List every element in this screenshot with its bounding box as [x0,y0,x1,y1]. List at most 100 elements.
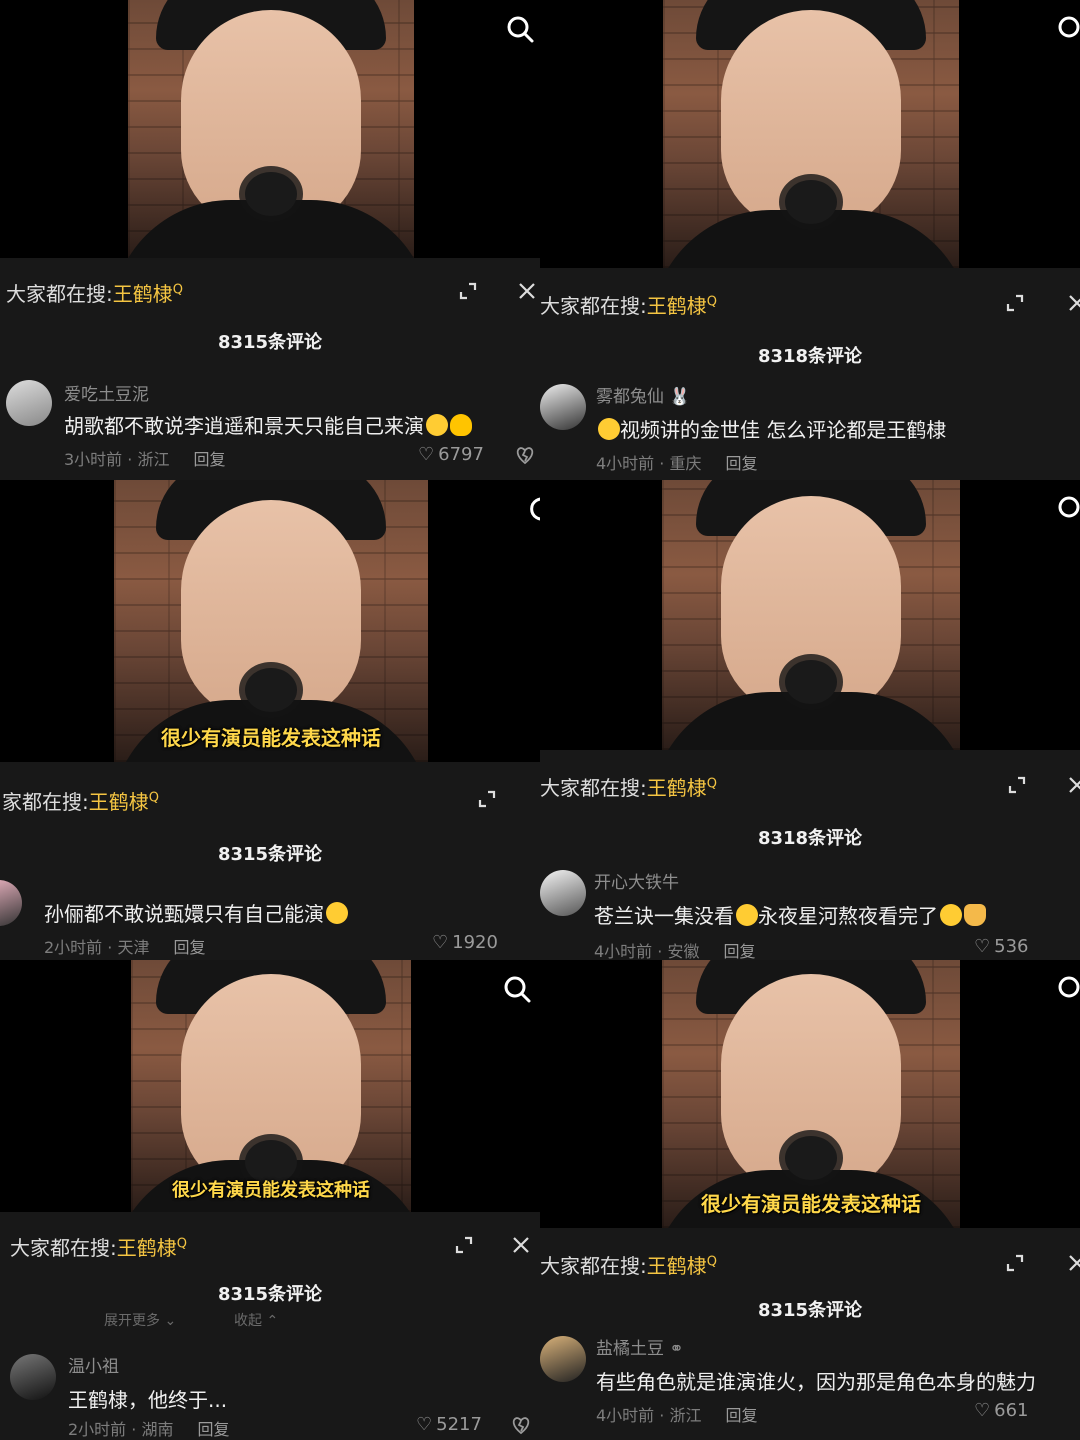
trending-search[interactable]: 大家都在搜:王鹤棣Q [540,772,717,801]
expand-icon[interactable] [451,1232,477,1258]
search-icon[interactable] [502,974,532,1004]
search-icon[interactable] [1056,494,1080,524]
search-small-icon: Q [176,1236,187,1252]
heart-icon: ♡ [418,444,435,465]
microphone [245,668,297,712]
like-count: 536 [994,936,1029,957]
username[interactable]: 雾都兔仙 🐰 [596,382,691,407]
trending-search[interactable]: 大家都在搜:王鹤棣Q [540,290,717,319]
like-button[interactable]: ♡ 5217 [416,1414,482,1435]
video-player[interactable] [0,0,540,258]
screenshot-tile-3: 很少有演员能发表这种话 家都在搜:王鹤棣Q 8315条评论 孙俪都不敢说甄嬛只有… [0,480,540,960]
trending-keyword[interactable]: 王鹤棣 [647,294,707,318]
expand-icon[interactable] [1002,290,1028,316]
video-player[interactable] [540,480,1080,750]
trending-search[interactable]: 大家都在搜:王鹤棣Q [6,278,183,307]
reply-button[interactable]: 回复 [723,942,755,960]
reply-button[interactable]: 回复 [173,938,205,957]
video-player[interactable]: 很少有演员能发表这种话 [540,960,1080,1228]
heart-icon: ♡ [416,1414,433,1435]
username[interactable]: 盐橘土豆 ⚭ [596,1334,684,1359]
trending-keyword[interactable]: 王鹤棣 [117,1236,177,1260]
trending-search[interactable]: 家都在搜:王鹤棣Q [2,786,159,815]
trending-search[interactable]: 大家都在搜:王鹤棣Q [540,1250,717,1279]
comment-panel: 大家都在搜:王鹤棣Q 8318条评论 雾都兔仙 🐰 视频讲的金世佳 怎么评论都是… [540,268,1080,480]
comment-meta: 2小时前 · 湖南 回复 [68,1420,230,1439]
avatar[interactable] [10,1354,56,1400]
like-button[interactable]: ♡ 1920 [432,932,498,953]
rofl-emoji [426,414,448,436]
trending-keyword[interactable]: 王鹤棣 [113,282,173,306]
search-small-icon: Q [706,776,717,792]
comment-text: 王鹤棣，他终于... [68,1388,228,1412]
heart-icon: ♡ [974,1400,991,1421]
expand-icon[interactable] [1002,1250,1028,1276]
like-button[interactable]: ♡ 6797 [418,444,484,465]
username[interactable]: 爱吃土豆泥 [64,380,149,405]
comment-panel: 大家都在搜:王鹤棣Q 8315条评论 爱吃土豆泥 胡歌都不敢说李逍遥和景天只能自… [0,258,540,480]
microphone [785,1136,837,1180]
comment-count: 8315条评论 [217,844,323,865]
username[interactable]: 开心大铁牛 [594,868,679,893]
reply-button[interactable]: 回复 [725,1406,757,1425]
avatar[interactable] [540,1336,586,1382]
video-player[interactable] [540,0,1080,268]
loading-icon [530,497,540,521]
microphone [245,172,297,216]
search-icon[interactable] [505,14,535,44]
video-subtitle: 很少有演员能发表这种话 [172,1180,370,1201]
collapse-button[interactable]: 收起 ⌃ [234,1310,278,1330]
laugh-cry-emoji [736,904,758,926]
avatar[interactable] [6,380,52,426]
close-icon[interactable] [508,1232,534,1258]
comment-count: 8315条评论 [757,1300,863,1321]
comment-text: 视频讲的金世佳 怎么评论都是王鹤棣 [596,414,946,443]
like-button[interactable]: ♡ 536 [974,936,1029,957]
search-small-icon: Q [172,282,183,298]
heart-icon: ♡ [432,932,449,953]
expand-icon[interactable] [455,278,481,304]
comment-count: 8318条评论 [757,828,863,849]
comment-count: 8315条评论 [217,332,323,353]
search-icon[interactable] [1056,14,1080,44]
reply-button[interactable]: 回复 [197,1420,229,1439]
video-player[interactable]: 很少有演员能发表这种话 [0,480,540,762]
trending-search[interactable]: 大家都在搜:王鹤棣Q [10,1232,187,1261]
expand-icon[interactable] [1004,772,1030,798]
comment-panel: 大家都在搜:王鹤棣Q 8315条评论 展开更多 ⌄ 收起 ⌃ 温小祖 王鹤棣，他… [0,1212,540,1440]
close-icon[interactable] [1064,290,1080,316]
expand-icon[interactable] [474,786,500,812]
screenshot-tile-4: 大家都在搜:王鹤棣Q 8318条评论 开心大铁牛 苍兰诀一集没看 永夜星河熬夜看完… [540,480,1080,960]
trending-keyword[interactable]: 王鹤棣 [647,1254,707,1278]
close-icon[interactable] [1064,1250,1080,1276]
username[interactable]: 温小祖 [68,1352,119,1377]
reply-button[interactable]: 回复 [725,454,757,473]
search-small-icon: Q [706,1254,717,1270]
trending-keyword[interactable]: 王鹤棣 [89,790,149,814]
video-player[interactable]: 很少有演员能发表这种话 [0,960,540,1212]
close-icon[interactable] [514,278,540,304]
avatar[interactable] [540,384,586,430]
trending-keyword[interactable]: 王鹤棣 [647,776,707,800]
comment-count: 8318条评论 [757,346,863,367]
reply-button[interactable]: 回复 [193,450,225,469]
comment-panel: 大家都在搜:王鹤棣Q 8318条评论 开心大铁牛 苍兰诀一集没看 永夜星河熬夜看完… [540,750,1080,960]
laugh-cry-emoji [940,904,962,926]
expand-more-button[interactable]: 展开更多 ⌄ [104,1310,176,1330]
comment-panel: 大家都在搜:王鹤棣Q 8315条评论 盐橘土豆 ⚭ 有些角色就是谁演谁火，因为那… [540,1228,1080,1440]
search-icon[interactable] [1056,974,1080,1004]
like-button[interactable]: ♡ 661 [974,1400,1029,1421]
avatar[interactable] [540,870,586,916]
avatar[interactable] [0,880,22,926]
dislike-icon[interactable] [514,444,536,466]
comment-text: 苍兰诀一集没看 永夜星河熬夜看完了 [594,900,986,929]
rabbit-emoji: 🐰 [669,387,691,407]
dislike-icon[interactable] [510,1414,532,1436]
comment-meta: 4小时前 · 安徽 回复 [594,942,756,960]
comment-meta: 3小时前 · 浙江 回复 [64,450,226,469]
like-count: 5217 [436,1414,482,1435]
comment-panel: 家都在搜:王鹤棣Q 8315条评论 孙俪都不敢说甄嬛只有自己能演 2小时前 · … [0,762,540,960]
video-frame: 很少有演员能发表这种话 [114,480,428,762]
search-small-icon: Q [148,790,159,806]
close-icon[interactable] [1064,772,1080,798]
